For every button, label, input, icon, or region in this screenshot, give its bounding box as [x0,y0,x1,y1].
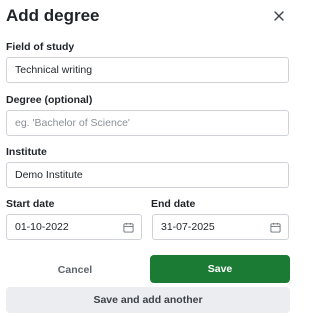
dialog-title: Add degree [6,6,100,25]
calendar-icon[interactable] [270,222,281,233]
calendar-icon[interactable] [123,222,134,233]
field-of-study-value: Technical writing [15,64,93,76]
end-date-input[interactable]: 31-07-2025 [152,214,289,240]
start-date-value: 01-10-2022 [15,221,69,233]
close-icon[interactable] [272,9,286,23]
degree-placeholder: eg. 'Bachelor of Science' [15,117,130,129]
end-date-label: End date [151,198,196,210]
degree-label: Degree (optional) [6,94,93,106]
start-date-input[interactable]: 01-10-2022 [6,214,142,240]
degree-input[interactable]: eg. 'Bachelor of Science' [6,110,289,136]
institute-value: Demo Institute [15,169,83,181]
cancel-button[interactable]: Cancel [6,256,144,283]
field-of-study-input[interactable]: Technical writing [6,57,289,83]
institute-input[interactable]: Demo Institute [6,162,289,188]
start-date-label: Start date [6,198,55,210]
institute-label: Institute [6,146,47,158]
end-date-value: 31-07-2025 [161,221,215,233]
save-button[interactable]: Save [150,255,290,283]
save-and-add-another-button[interactable]: Save and add another [6,287,290,313]
field-of-study-label: Field of study [6,41,75,53]
